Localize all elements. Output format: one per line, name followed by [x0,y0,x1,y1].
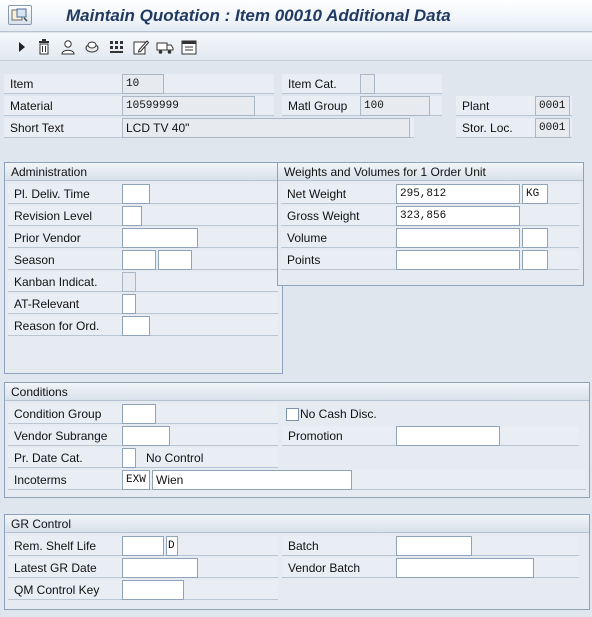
no-cash-disc-label: No Cash Disc. [300,407,377,421]
plant-field[interactable]: 0001 [535,96,570,116]
schedule-icon[interactable] [179,37,199,57]
edit-icon[interactable] [131,37,151,57]
gr-control-title: GR Control [5,515,589,533]
page-title: Maintain Quotation : Item 00010 Addition… [66,6,451,25]
vendor-batch-field[interactable] [396,558,534,578]
application-toolbar [0,33,592,61]
condition-group-field[interactable] [122,404,156,424]
at-relevant-field[interactable] [122,294,136,314]
prior-vendor-field[interactable] [122,228,198,248]
season-year-field[interactable] [158,250,192,270]
pr-date-cat-label: Pr. Date Cat. [8,448,278,468]
item-cat-field[interactable] [360,74,375,94]
vendor-icon[interactable] [58,37,78,57]
matl-group-field[interactable]: 100 [360,96,430,116]
revision-level-label: Revision Level [8,206,278,226]
revision-level-field[interactable] [122,206,142,226]
incoterms-place-field[interactable]: Wien [152,470,352,490]
weights-title: Weights and Volumes for 1 Order Unit [278,163,583,181]
next-item-icon[interactable] [12,37,32,57]
delete-icon[interactable] [34,37,54,57]
title-bar: Maintain Quotation : Item 00010 Addition… [0,0,592,32]
latest-gr-date-field[interactable] [122,558,198,578]
incoterms-code-field[interactable]: EXW [122,470,150,490]
administration-title: Administration [5,163,282,181]
volume-unit-field[interactable] [522,228,548,248]
kanban-label: Kanban Indicat. [8,272,278,292]
rem-shelf-life-unit-field[interactable]: D [166,536,178,556]
promotion-field[interactable] [396,426,500,446]
conditions-icon[interactable] [107,37,127,57]
short-text-field[interactable]: LCD TV 40" [122,118,410,138]
pr-date-cat-field[interactable] [122,448,136,468]
batch-field[interactable] [396,536,472,556]
no-cash-disc-checkbox[interactable] [286,408,299,421]
pr-date-cat-text: No Control [146,451,204,465]
points-field[interactable] [396,250,520,270]
stor-loc-field[interactable]: 0001 [535,118,570,138]
gross-weight-field[interactable]: 323,856 [396,206,520,226]
rem-shelf-life-field[interactable] [122,536,164,556]
delivery-icon[interactable] [155,37,175,57]
item-field[interactable]: 10 [122,74,164,94]
conditions-title: Conditions [5,383,589,401]
material-field[interactable]: 10599999 [122,96,255,116]
reason-field[interactable] [122,316,150,336]
services-icon[interactable] [82,37,102,57]
system-menu-icon[interactable] [8,5,32,25]
points-unit-field[interactable] [522,250,548,270]
volume-field[interactable] [396,228,520,248]
main-area: Item 10 Item Cat. Material 10599999 Matl… [0,62,592,617]
qm-control-key-field[interactable] [122,580,184,600]
vendor-subrange-field[interactable] [122,426,170,446]
kanban-field[interactable] [122,272,136,292]
net-weight-unit-field[interactable]: KG [522,184,548,204]
pl-deliv-time-field[interactable] [122,184,150,204]
season-category-field[interactable] [122,250,156,270]
net-weight-field[interactable]: 295,812 [396,184,520,204]
at-relevant-label: AT-Relevant [8,294,278,314]
